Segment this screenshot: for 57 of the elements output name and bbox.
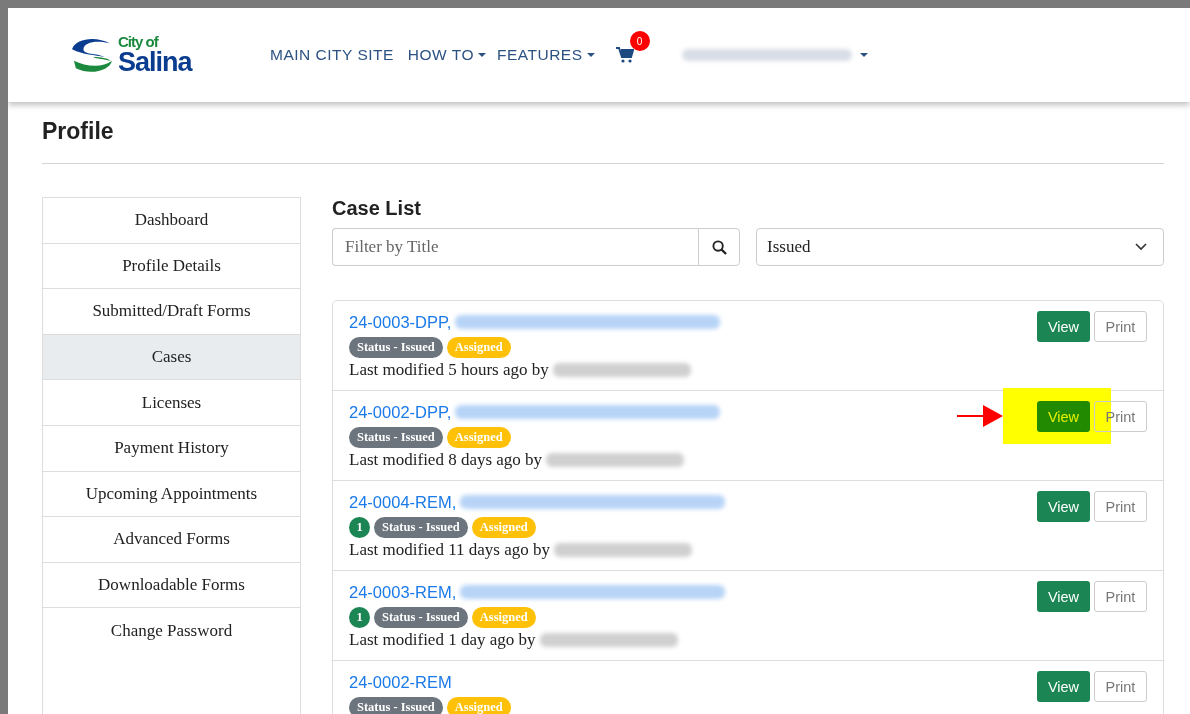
sidebar-item[interactable]: Downloadable Forms <box>43 562 300 609</box>
search-icon <box>711 239 727 255</box>
case-link[interactable]: 24-0002-DPP, <box>349 402 452 422</box>
status-badge: Status - Issued <box>374 607 468 628</box>
sidebar-item[interactable]: Dashboard <box>43 198 300 244</box>
modified-text: Last modified 5 hours ago by <box>349 360 549 380</box>
sidebar-item[interactable]: Cases <box>43 334 300 381</box>
view-button[interactable]: View <box>1037 671 1090 702</box>
assigned-badge: Assigned <box>471 517 536 538</box>
cart-icon[interactable] <box>615 47 634 63</box>
case-link[interactable]: 24-0003-DPP, <box>349 312 452 332</box>
sidebar-item[interactable]: Profile Details <box>43 243 300 290</box>
logo-text: City of <box>118 34 160 49</box>
print-button[interactable]: Print <box>1094 581 1147 612</box>
nav-link[interactable]: FEATURES <box>497 46 595 64</box>
nav-link[interactable]: HOW TO <box>407 46 486 64</box>
view-button[interactable]: View <box>1037 311 1090 342</box>
sidebar-item[interactable]: Payment History <box>43 425 300 472</box>
case-link[interactable]: 24-0002-REM <box>349 672 452 692</box>
page-title: Profile <box>42 110 1164 164</box>
section-title: Case List <box>332 197 422 220</box>
view-button[interactable]: View <box>1037 581 1090 612</box>
sidebar-item[interactable]: Upcoming Appointments <box>43 471 300 518</box>
status-badge: Status - Issued <box>349 337 443 358</box>
search-button[interactable] <box>698 228 740 266</box>
nav-link[interactable]: MAIN CITY SITE <box>270 46 394 64</box>
modified-text: Last modified 11 days ago by <box>349 540 550 560</box>
view-button[interactable]: View <box>1037 401 1090 432</box>
status-badge: Status - Issued <box>349 427 443 448</box>
assigned-badge: Assigned <box>446 697 511 714</box>
caret-icon <box>859 53 868 57</box>
assigned-badge: Assigned <box>446 337 511 358</box>
count-badge: 1 <box>349 607 370 628</box>
case-link[interactable]: 24-0003-REM, <box>349 582 457 602</box>
sidebar-item[interactable]: Licenses <box>43 380 300 426</box>
filter-field[interactable]: Filter by Title <box>332 228 698 266</box>
modified-text: Last modified 1 day ago by <box>349 630 536 650</box>
print-button[interactable]: Print <box>1094 311 1147 342</box>
status-badge: Status - Issued <box>374 517 468 538</box>
cart-count-badge: 0 <box>629 31 650 51</box>
sidebar-item[interactable]: Advanced Forms <box>43 517 300 563</box>
view-button[interactable]: View <box>1037 491 1090 522</box>
sidebar-item[interactable]: Submitted/Draft Forms <box>43 289 300 335</box>
caret-icon <box>478 53 486 57</box>
sidebar-item[interactable]: Change Password <box>43 608 300 654</box>
print-button[interactable]: Print <box>1094 671 1147 702</box>
status-badge: Status - Issued <box>349 697 443 714</box>
assigned-badge: Assigned <box>471 607 536 628</box>
chevron-down-icon <box>1135 243 1147 251</box>
modified-text: Last modified 8 days ago by <box>349 450 543 470</box>
case-link[interactable]: 24-0004-REM, <box>349 492 457 512</box>
logo-text: Salina <box>118 49 192 76</box>
print-button[interactable]: Print <box>1094 491 1147 522</box>
count-badge: 1 <box>349 517 370 538</box>
status-dropdown[interactable]: Issued <box>756 228 1164 266</box>
assigned-badge: Assigned <box>446 427 511 448</box>
caret-icon <box>586 53 595 57</box>
